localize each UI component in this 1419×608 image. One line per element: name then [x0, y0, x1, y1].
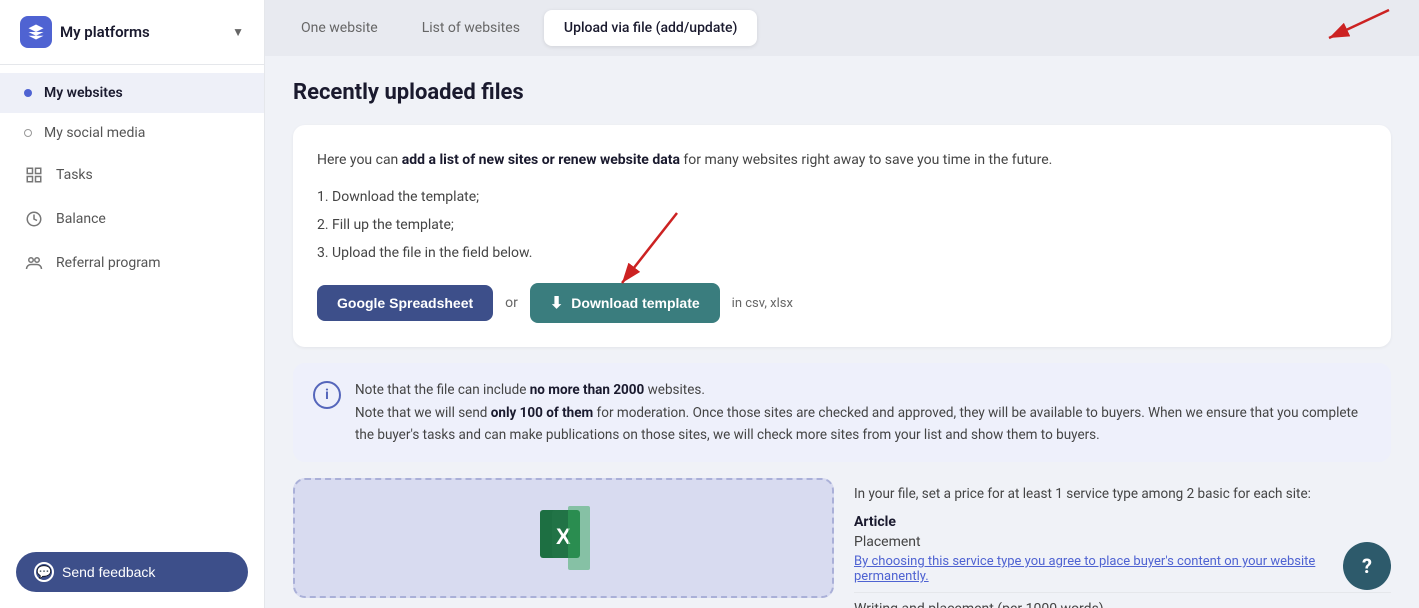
bottom-section: X In your file, set a price for at least… — [293, 478, 1391, 598]
writing-label: Writing and placement (per 1000 words) — [854, 601, 1391, 608]
sidebar: My platforms ▼ My websites My social med… — [0, 0, 265, 608]
note-text: Note that the file can include no more t… — [355, 379, 1371, 446]
note-line-2: Note that we will send only 100 of them … — [355, 402, 1371, 447]
sidebar-item-referral[interactable]: Referral program — [0, 241, 264, 285]
chevron-down-icon: ▼ — [232, 25, 244, 39]
main-content: One website List of websites Upload via … — [265, 0, 1419, 608]
step-3: 3. Upload the file in the field below. — [317, 239, 1367, 267]
steps-list: 1. Download the template; 2. Fill up the… — [317, 183, 1367, 267]
article-label: Article — [854, 514, 1391, 530]
right-info-panel: In your file, set a price for at least 1… — [854, 478, 1391, 598]
upload-dropzone[interactable]: X — [293, 478, 834, 598]
step-2: 2. Fill up the template; — [317, 211, 1367, 239]
excel-icon: X — [532, 506, 596, 570]
send-feedback-button[interactable]: 💬 Send feedback — [16, 552, 248, 592]
arrow-to-tab — [1159, 0, 1419, 56]
sidebar-item-label: Balance — [56, 211, 106, 227]
referral-icon — [24, 253, 44, 273]
send-feedback-label: Send feedback — [62, 564, 155, 580]
sidebar-nav: My websites My social media Tasks Balanc… — [0, 65, 264, 536]
tab-list-of-websites[interactable]: List of websites — [402, 10, 540, 46]
divider — [854, 592, 1391, 593]
or-label: or — [505, 295, 518, 311]
tasks-icon — [24, 165, 44, 185]
sidebar-item-my-websites[interactable]: My websites — [0, 73, 264, 113]
google-spreadsheet-button[interactable]: Google Spreadsheet — [317, 285, 493, 321]
help-button[interactable]: ? — [1343, 542, 1391, 590]
info-icon: i — [313, 381, 341, 409]
platform-icon — [20, 16, 52, 48]
active-dot-icon — [24, 89, 32, 97]
download-template-button[interactable]: ⬇ Download template — [530, 283, 720, 323]
page-content: Recently uploaded files Here you can add… — [265, 56, 1419, 608]
placement-link[interactable]: By choosing this service type you agree … — [854, 554, 1391, 584]
tabs-bar: One website List of websites Upload via … — [265, 0, 1419, 56]
action-buttons-row: Google Spreadsheet or ⬇ Download templat… — [317, 283, 1367, 323]
tab-upload-via-file[interactable]: Upload via file (add/update) — [544, 10, 758, 46]
step-1: 1. Download the template; — [317, 183, 1367, 211]
platforms-label: My platforms — [60, 23, 224, 41]
chat-icon: 💬 — [34, 562, 54, 582]
info-card: Here you can add a list of new sites or … — [293, 125, 1391, 347]
download-icon: ⬇ — [550, 293, 563, 313]
sidebar-item-label: Referral program — [56, 255, 161, 271]
right-info-intro: In your file, set a price for at least 1… — [854, 486, 1391, 502]
page-title: Recently uploaded files — [293, 80, 1391, 105]
sidebar-item-label: My websites — [44, 85, 123, 101]
placement-label: Placement — [854, 534, 1391, 550]
sidebar-item-tasks[interactable]: Tasks — [0, 153, 264, 197]
note-card: i Note that the file can include no more… — [293, 363, 1391, 462]
info-intro: Here you can add a list of new sites or … — [317, 149, 1367, 171]
sidebar-item-label: My social media — [44, 125, 145, 141]
platforms-dropdown[interactable]: My platforms ▼ — [0, 0, 264, 65]
balance-icon — [24, 209, 44, 229]
sidebar-item-balance[interactable]: Balance — [0, 197, 264, 241]
sidebar-item-label: Tasks — [56, 167, 93, 183]
note-line-1: Note that the file can include no more t… — [355, 379, 1371, 401]
inactive-dot-icon — [24, 129, 32, 137]
csv-label: in csv, xlsx — [732, 296, 793, 311]
question-mark-icon: ? — [1362, 554, 1372, 578]
sidebar-item-my-social-media[interactable]: My social media — [0, 113, 264, 153]
tab-one-website[interactable]: One website — [281, 10, 398, 46]
